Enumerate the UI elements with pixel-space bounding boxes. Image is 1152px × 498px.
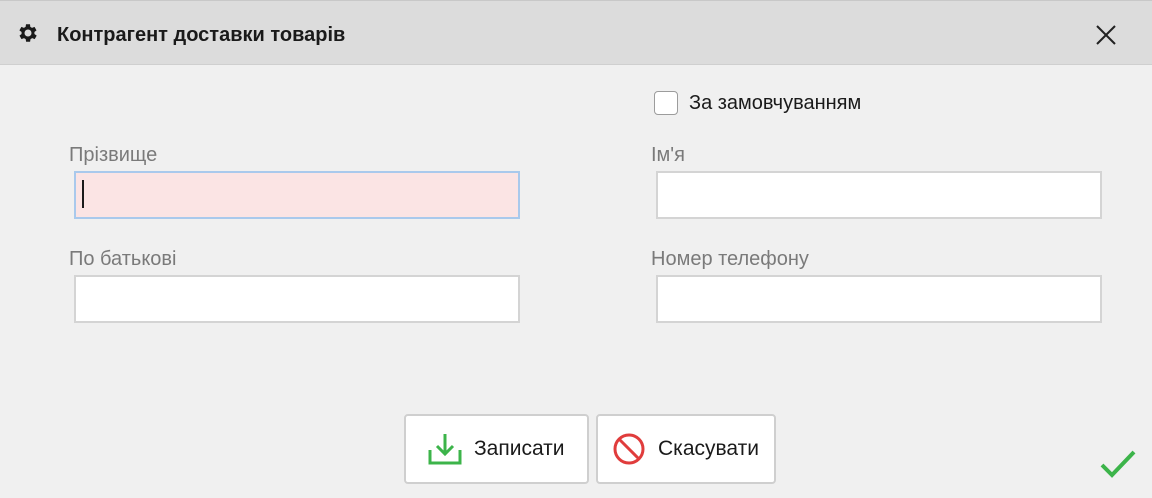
close-icon[interactable] xyxy=(1090,19,1122,51)
save-download-icon xyxy=(428,434,462,465)
patronymic-label: По батькові xyxy=(69,248,177,270)
cancel-icon xyxy=(613,433,645,465)
cancel-button-label: Скасувати xyxy=(658,437,759,460)
surname-label: Прізвище xyxy=(69,144,158,166)
cancel-button[interactable]: Скасувати xyxy=(596,414,776,484)
default-checkbox[interactable]: За замовчуванням xyxy=(654,89,861,117)
checkmark-icon xyxy=(1100,450,1136,478)
dialog-window: Контрагент доставки товарів За замовчува… xyxy=(0,0,1152,498)
save-button-label: Записати xyxy=(474,437,565,460)
dialog-title: Контрагент доставки товарів xyxy=(57,24,346,46)
default-checkbox-box[interactable] xyxy=(654,91,678,115)
first-name-label: Ім'я xyxy=(651,144,685,166)
save-button[interactable]: Записати xyxy=(404,414,589,484)
patronymic-input[interactable] xyxy=(74,275,520,323)
default-checkbox-label: За замовчуванням xyxy=(689,91,862,114)
title-bar: Контрагент доставки товарів xyxy=(0,1,1152,65)
phone-input[interactable] xyxy=(656,275,1102,323)
first-name-input[interactable] xyxy=(656,171,1102,219)
surname-input[interactable] xyxy=(74,171,520,219)
text-caret xyxy=(82,180,84,208)
gear-icon xyxy=(19,24,37,42)
phone-label: Номер телефону xyxy=(651,248,809,270)
